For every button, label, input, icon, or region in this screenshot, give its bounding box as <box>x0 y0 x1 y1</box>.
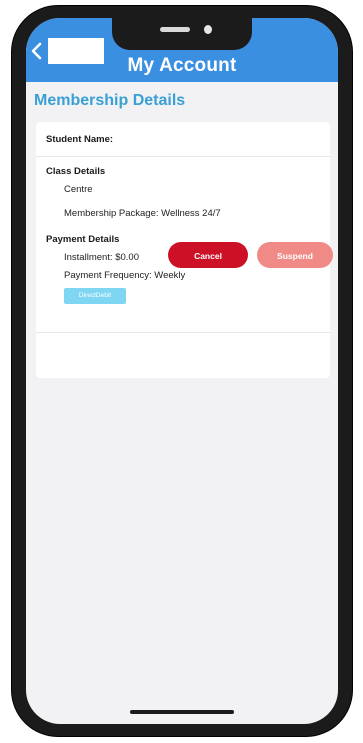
home-indicator[interactable] <box>130 710 234 714</box>
student-name-label: Student Name: <box>46 134 114 145</box>
divider <box>36 332 330 333</box>
payment-details-label: Payment Details <box>46 234 120 245</box>
centre-label: Centre <box>64 184 93 195</box>
device-notch <box>112 18 252 50</box>
phone-frame: My Account Membership Details Student Na… <box>12 6 352 736</box>
class-details-label: Class Details <box>46 166 106 177</box>
membership-package: Membership Package: Wellness 24/7 <box>64 208 221 219</box>
suspend-button[interactable]: Suspend <box>257 242 333 268</box>
payment-method-badge: DirectDebit <box>64 288 126 304</box>
speaker-grille <box>160 27 190 32</box>
app-title: My Account <box>127 55 237 76</box>
installment-value: Installment: $0.00 <box>64 252 139 263</box>
camera-icon <box>204 25 212 34</box>
section-title: Membership Details <box>34 92 186 109</box>
cancel-button[interactable]: Cancel <box>168 242 248 268</box>
payment-frequency: Payment Frequency: Weekly <box>64 270 186 281</box>
app-screen: My Account Membership Details Student Na… <box>26 18 338 724</box>
divider <box>36 156 330 157</box>
